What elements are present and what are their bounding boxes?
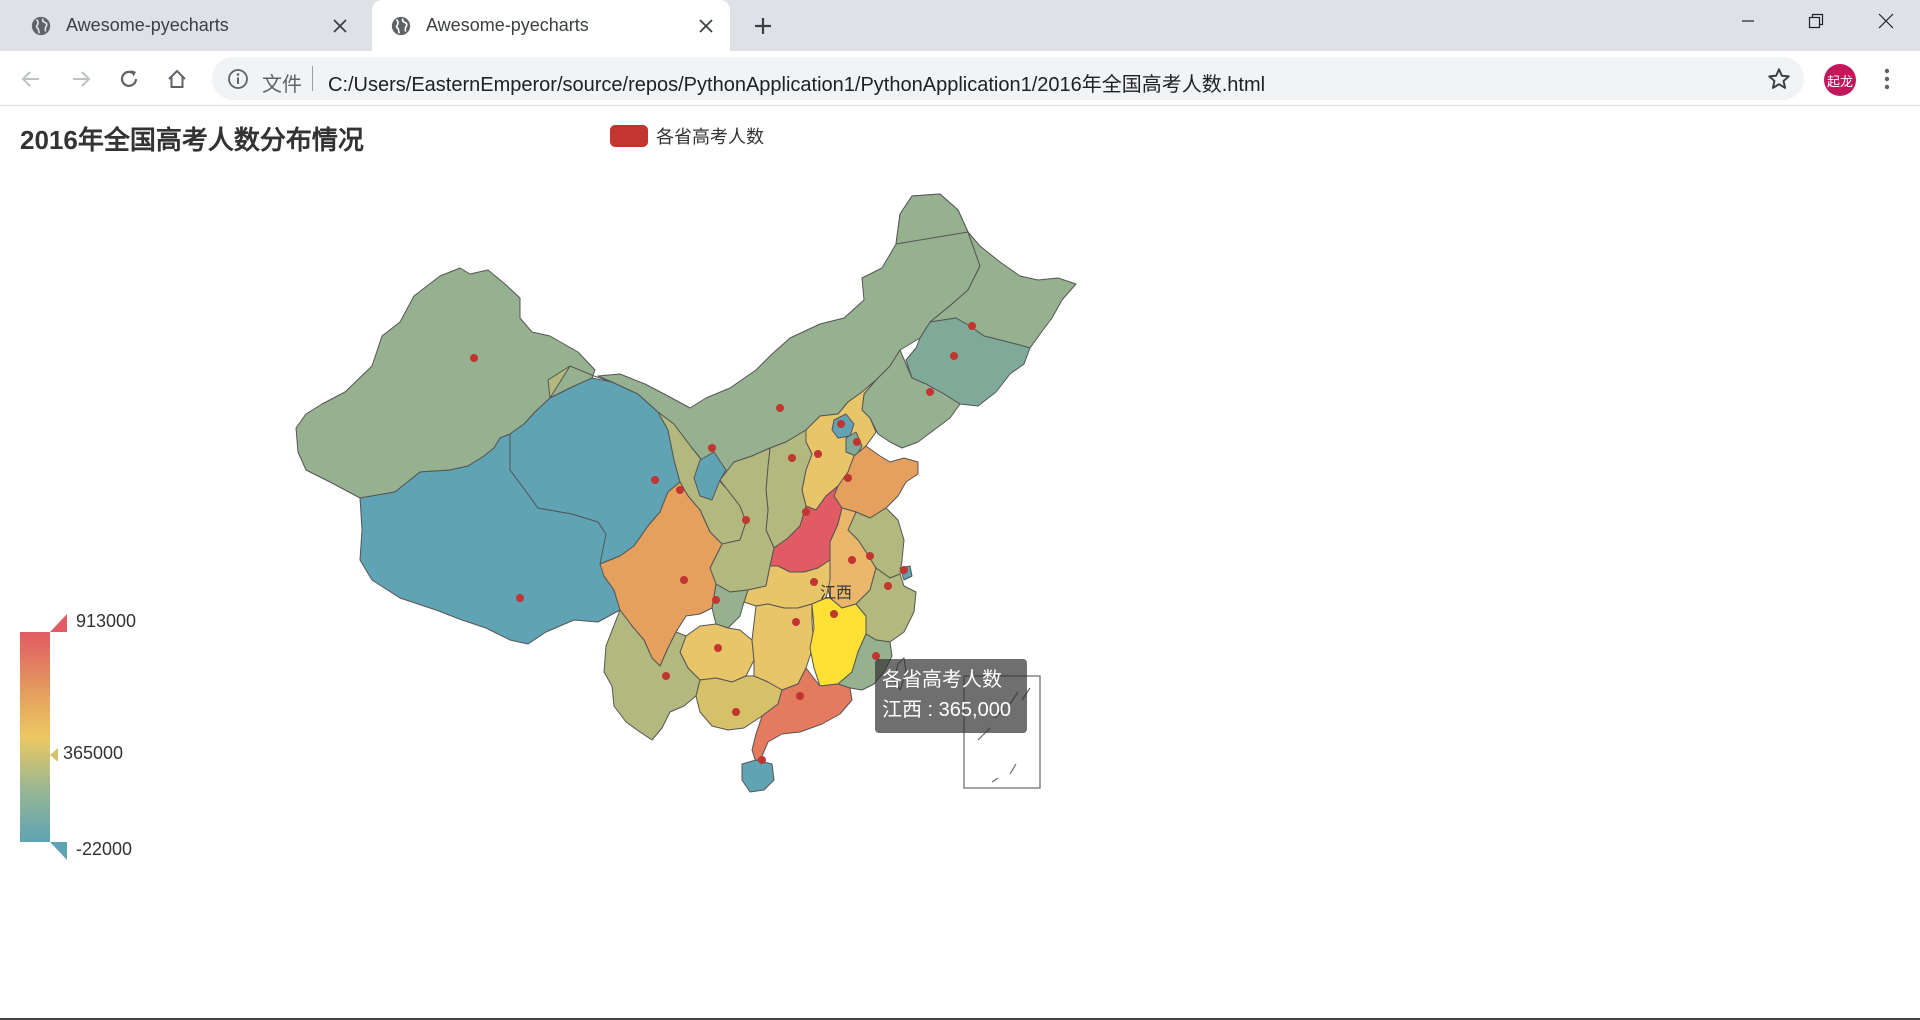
- marker-jilin: [950, 352, 958, 360]
- star-icon[interactable]: [1766, 66, 1792, 92]
- visual-map-max-label: 913000: [76, 611, 137, 631]
- close-window-button[interactable]: [1852, 0, 1920, 42]
- tab-1[interactable]: Awesome-pyecharts: [12, 0, 364, 51]
- profile-avatar[interactable]: 起龙: [1824, 64, 1856, 96]
- marker-anhui: [848, 556, 856, 564]
- marker-hainan: [758, 756, 766, 764]
- visual-map-indicator: [50, 748, 58, 762]
- marker-jiangxi: [830, 610, 838, 618]
- china-map[interactable]: 江西: [0, 107, 1920, 1020]
- visual-map-current-label: 365000: [63, 743, 124, 763]
- marker-guangxi: [732, 708, 740, 716]
- visual-map-bottom-handle[interactable]: [50, 842, 67, 860]
- marker-guangdong: [796, 692, 804, 700]
- arrow-right-icon: [73, 71, 91, 87]
- marker-sichuan: [680, 576, 688, 584]
- marker-liaoning: [926, 388, 934, 396]
- more-vert-icon: [1884, 68, 1890, 90]
- browser-toolbar: 文件 C:/Users/EasternEmperor/source/repos/…: [0, 51, 1920, 106]
- address-bar[interactable]: 文件 C:/Users/EasternEmperor/source/repos/…: [212, 57, 1804, 100]
- marker-shanxi: [788, 454, 796, 462]
- tab-2-active[interactable]: Awesome-pyecharts: [372, 0, 730, 51]
- marker-guizhou: [714, 644, 722, 652]
- tab-title: Awesome-pyecharts: [66, 15, 229, 35]
- menu-button[interactable]: [1872, 64, 1902, 94]
- divider: [312, 66, 313, 91]
- restore-button[interactable]: [1782, 0, 1850, 42]
- reload-button[interactable]: [114, 64, 144, 94]
- marker-zhejiang: [884, 582, 892, 590]
- tooltip-value: 江西 : 365,000: [882, 699, 1011, 721]
- url-text[interactable]: C:/Users/EasternEmperor/source/repos/Pyt…: [328, 68, 1265, 97]
- home-icon: [168, 69, 186, 88]
- marker-beijing: [837, 420, 845, 428]
- tab-strip: Awesome-pyecharts Awesome-pyecharts: [0, 0, 1920, 51]
- visual-map-min-label: -22000: [76, 839, 133, 859]
- minimize-icon: [1742, 20, 1754, 22]
- scheme-label: 文件: [262, 74, 302, 96]
- marker-hebei: [814, 450, 822, 458]
- plus-icon: [755, 18, 771, 34]
- marker-yunnan: [662, 672, 670, 680]
- region-label-jiangxi: 江西: [820, 584, 852, 602]
- tooltip-series-name: 各省高考人数: [882, 669, 1002, 691]
- info-icon[interactable]: [226, 67, 250, 91]
- page-content: 2016年全国高考人数分布情况 各省高考人数 江西 913000 365000 …: [0, 107, 1920, 1020]
- minimize-button[interactable]: [1714, 0, 1782, 42]
- forward-button[interactable]: [66, 64, 96, 94]
- marker-shandong: [844, 474, 852, 482]
- globe-icon: [391, 16, 411, 35]
- new-tab-button[interactable]: [748, 11, 778, 41]
- marker-jiangsu: [866, 552, 874, 560]
- close-icon[interactable]: [692, 12, 720, 40]
- marker-inner-mongolia: [776, 404, 784, 412]
- marker-xinjiang: [470, 354, 478, 362]
- marker-shaanxi: [742, 516, 750, 524]
- marker-tianjin: [853, 438, 861, 446]
- back-button[interactable]: [16, 64, 46, 94]
- marker-hunan: [792, 618, 800, 626]
- marker-tibet: [516, 594, 524, 602]
- tooltip: 各省高考人数 江西 : 365,000: [875, 659, 1027, 733]
- arrow-left-icon: [21, 71, 39, 87]
- marker-ningxia: [708, 444, 716, 452]
- close-icon[interactable]: [326, 12, 354, 40]
- marker-hubei: [810, 578, 818, 586]
- restore-icon: [1808, 13, 1824, 29]
- globe-icon: [31, 16, 51, 35]
- close-icon: [1878, 13, 1894, 29]
- reload-icon: [120, 70, 138, 87]
- visual-map-top-handle[interactable]: [50, 614, 67, 632]
- marker-chongqing: [712, 596, 720, 604]
- region-hainan[interactable]: [741, 759, 775, 793]
- visual-map-bar[interactable]: [20, 632, 50, 842]
- tab-title: Awesome-pyecharts: [426, 15, 589, 35]
- marker-henan: [802, 508, 810, 516]
- marker-shanghai: [900, 566, 908, 574]
- home-button[interactable]: [162, 64, 192, 94]
- marker-qinghai: [651, 476, 659, 484]
- marker-heilongjiang: [968, 322, 976, 330]
- marker-gansu: [676, 486, 684, 494]
